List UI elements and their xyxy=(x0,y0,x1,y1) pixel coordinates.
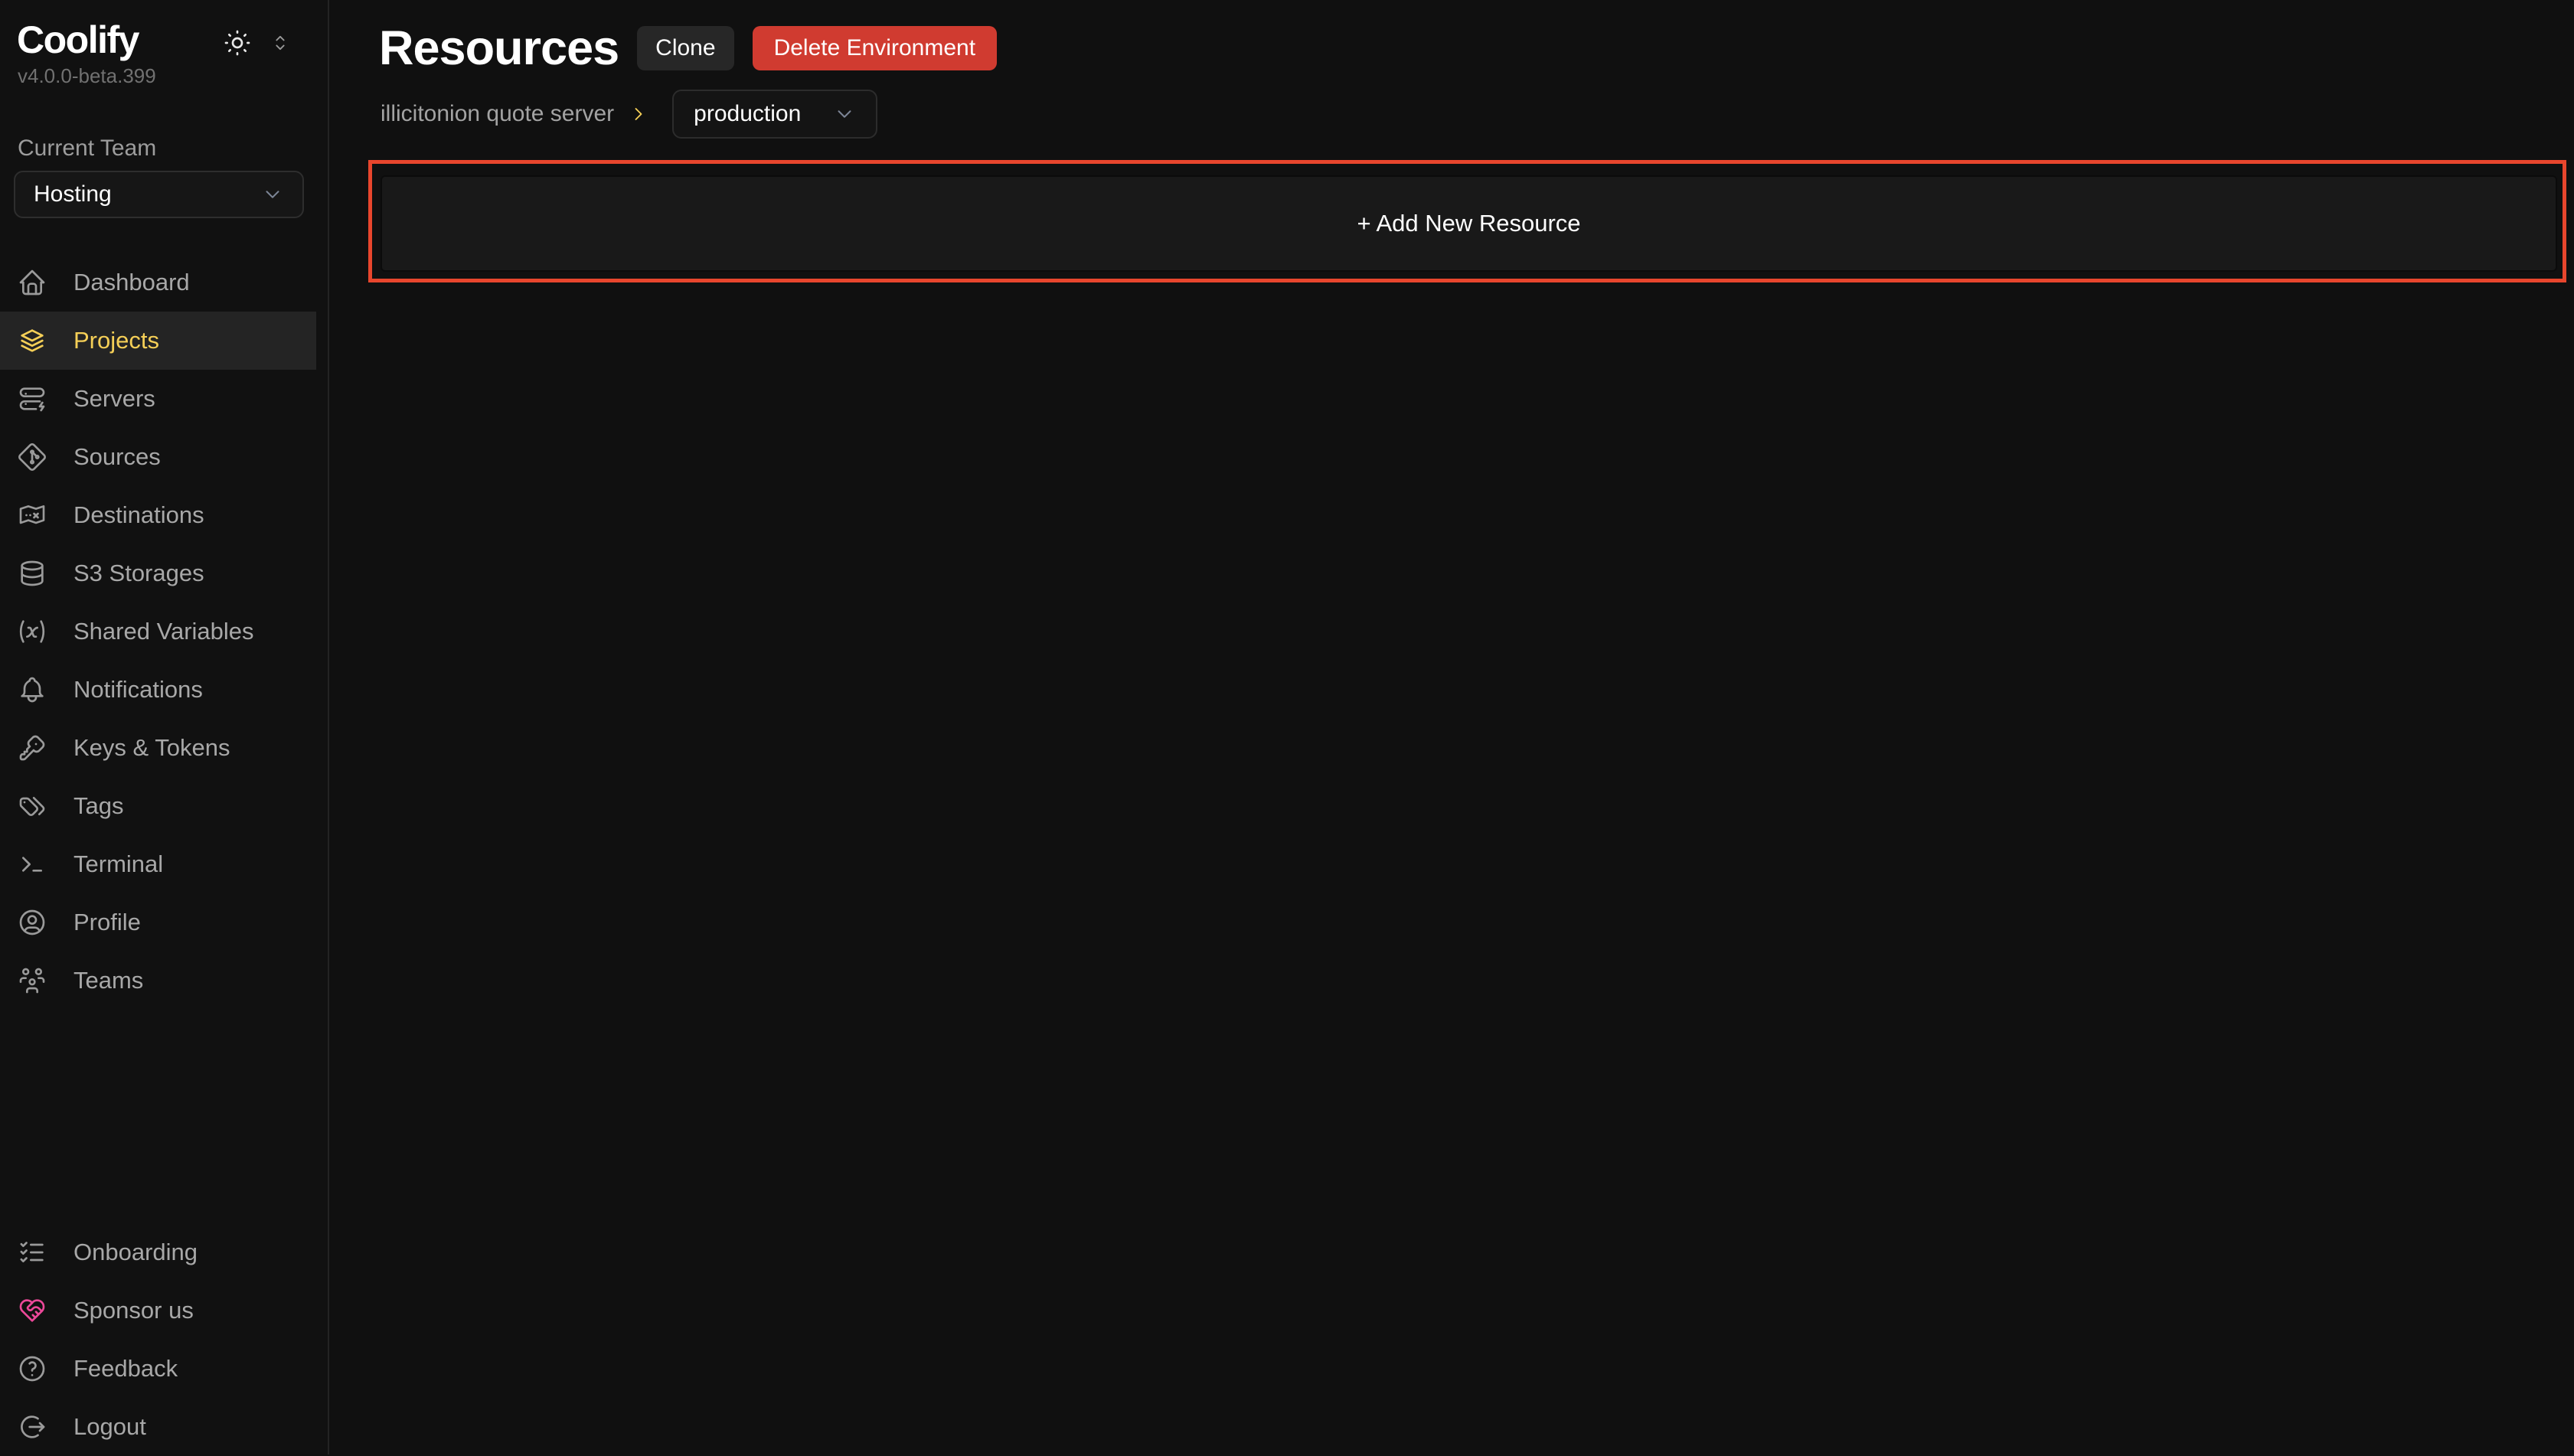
sidebar: Coolify v4.0.0-beta.399 Current Team Hos… xyxy=(0,0,329,1454)
git-icon xyxy=(17,442,47,472)
sidebar-item-projects[interactable]: Projects xyxy=(0,312,316,370)
sidebar-item-tags[interactable]: Tags xyxy=(0,777,316,835)
sidebar-nav: Dashboard Projects Servers xyxy=(0,253,328,1010)
sidebar-item-s3-storages[interactable]: S3 Storages xyxy=(0,544,316,602)
sidebar-item-label: Projects xyxy=(73,327,159,354)
sidebar-item-label: S3 Storages xyxy=(73,560,204,587)
list-check-icon xyxy=(17,1237,47,1268)
add-new-resource-button[interactable]: + Add New Resource xyxy=(381,175,2557,272)
sidebar-item-label: Destinations xyxy=(73,501,204,529)
sidebar-item-dashboard[interactable]: Dashboard xyxy=(0,253,316,312)
sidebar-item-label: Notifications xyxy=(73,676,203,704)
current-team-label: Current Team xyxy=(0,135,328,162)
chevron-down-icon xyxy=(261,183,284,206)
sidebar-item-destinations[interactable]: Destinations xyxy=(0,486,316,544)
sidebar-item-label: Sources xyxy=(73,443,161,471)
logo-row: Coolify xyxy=(0,0,328,63)
sidebar-item-sponsor-us[interactable]: Sponsor us xyxy=(0,1281,316,1340)
tags-icon xyxy=(17,791,47,821)
sidebar-item-onboarding[interactable]: Onboarding xyxy=(0,1223,316,1281)
sun-icon[interactable] xyxy=(222,28,253,58)
team-select[interactable]: Hosting xyxy=(14,171,304,218)
help-circle-icon xyxy=(17,1353,47,1384)
sidebar-item-servers[interactable]: Servers xyxy=(0,370,316,428)
database-icon xyxy=(17,558,47,589)
sidebar-item-label: Servers xyxy=(73,385,155,413)
sidebar-item-shared-variables[interactable]: Shared Variables xyxy=(0,602,316,661)
logout-icon xyxy=(17,1412,47,1442)
clone-button[interactable]: Clone xyxy=(637,26,733,70)
page-header: Resources Clone Delete Environment xyxy=(379,21,2574,75)
users-group-icon xyxy=(17,965,47,996)
environment-select[interactable]: production xyxy=(672,90,877,139)
variable-icon xyxy=(17,616,47,647)
key-icon xyxy=(17,733,47,763)
chevron-down-icon xyxy=(833,103,856,126)
delete-environment-button[interactable]: Delete Environment xyxy=(753,26,997,70)
app-version: v4.0.0-beta.399 xyxy=(0,64,328,88)
app-logo: Coolify xyxy=(17,18,139,63)
sidebar-item-label: Onboarding xyxy=(73,1239,198,1266)
home-icon xyxy=(17,267,47,298)
page-title: Resources xyxy=(379,21,619,75)
map-x-icon xyxy=(17,500,47,530)
sidebar-item-sources[interactable]: Sources xyxy=(0,428,316,486)
stack-icon xyxy=(17,325,47,356)
logo-icons xyxy=(222,28,291,58)
selector-icon[interactable] xyxy=(269,32,291,54)
breadcrumb-project-link[interactable]: illicitonion quote server xyxy=(381,101,614,127)
sidebar-item-label: Terminal xyxy=(73,850,163,878)
chevron-right-icon xyxy=(628,103,649,125)
sidebar-item-feedback[interactable]: Feedback xyxy=(0,1340,316,1398)
sidebar-footer-nav: Onboarding Sponsor us Feedback xyxy=(0,1223,328,1456)
sidebar-item-label: Teams xyxy=(73,967,143,994)
sidebar-item-label: Dashboard xyxy=(73,269,190,296)
sidebar-item-logout[interactable]: Logout xyxy=(0,1398,316,1456)
sidebar-item-notifications[interactable]: Notifications xyxy=(0,661,316,719)
sidebar-item-label: Sponsor us xyxy=(73,1297,194,1324)
sidebar-item-teams[interactable]: Teams xyxy=(0,952,316,1010)
annotation-highlight-box: + Add New Resource xyxy=(368,160,2566,282)
server-bolt-icon xyxy=(17,384,47,414)
sidebar-item-label: Profile xyxy=(73,909,141,936)
sidebar-item-label: Shared Variables xyxy=(73,618,254,645)
sidebar-item-label: Feedback xyxy=(73,1355,178,1383)
sidebar-item-keys-tokens[interactable]: Keys & Tokens xyxy=(0,719,316,777)
team-select-value: Hosting xyxy=(34,181,112,207)
sidebar-item-terminal[interactable]: Terminal xyxy=(0,835,316,893)
sidebar-item-label: Keys & Tokens xyxy=(73,734,230,762)
heart-handshake-icon xyxy=(17,1295,47,1326)
breadcrumb: illicitonion quote server production xyxy=(381,89,2574,139)
user-circle-icon xyxy=(17,907,47,938)
bell-icon xyxy=(17,674,47,705)
prompt-icon xyxy=(17,849,47,880)
environment-select-value: production xyxy=(694,101,801,127)
sidebar-item-label: Logout xyxy=(73,1413,146,1441)
sidebar-item-profile[interactable]: Profile xyxy=(0,893,316,952)
sidebar-item-label: Tags xyxy=(73,792,123,820)
